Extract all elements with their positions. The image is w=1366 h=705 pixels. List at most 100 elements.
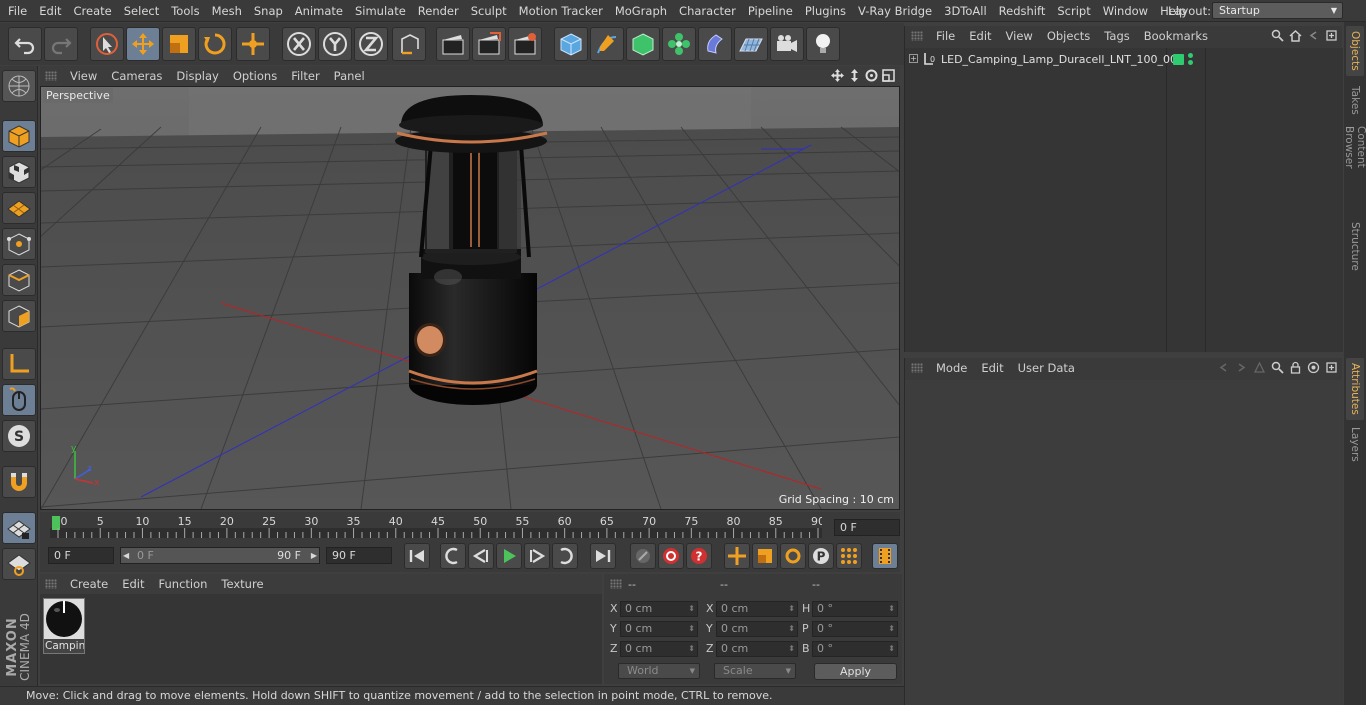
- x-axis-lock-button[interactable]: [282, 27, 316, 61]
- coordinate-space-dropdown[interactable]: World ▼: [618, 663, 700, 679]
- back-arrow-icon[interactable]: [1217, 361, 1230, 374]
- menu-select[interactable]: Select: [118, 0, 165, 22]
- move-tool-button[interactable]: [126, 27, 160, 61]
- pan-view-icon[interactable]: [830, 68, 845, 83]
- material-menu-edit[interactable]: Edit: [115, 574, 151, 594]
- ruler-track[interactable]: [50, 528, 822, 538]
- spinner-arrows-icon[interactable]: ⬍: [688, 622, 695, 636]
- panel-grip[interactable]: [610, 579, 622, 589]
- menu-script[interactable]: Script: [1051, 0, 1096, 22]
- y-axis-lock-button[interactable]: [318, 27, 352, 61]
- attribute-menu-edit[interactable]: Edit: [974, 358, 1010, 378]
- key-parameter-button[interactable]: P: [808, 543, 834, 569]
- tab-attributes[interactable]: Attributes: [1346, 358, 1364, 420]
- chevron-left-icon[interactable]: ◀: [123, 548, 129, 563]
- menu-redshift[interactable]: Redshift: [993, 0, 1052, 22]
- workplane-lock-button[interactable]: [2, 512, 36, 544]
- record-keys-button[interactable]: [630, 543, 656, 569]
- material-menu-create[interactable]: Create: [63, 574, 115, 594]
- go-to-end-button[interactable]: [590, 543, 616, 569]
- maximize-view-icon[interactable]: [881, 68, 896, 83]
- size-field[interactable]: 0 cm ⬍: [716, 601, 798, 617]
- position-field[interactable]: 0 cm ⬍: [620, 641, 698, 657]
- locked-workplane-button[interactable]: [2, 548, 36, 580]
- transform-tool-button[interactable]: [236, 27, 270, 61]
- size-mode-dropdown[interactable]: Scale ▼: [714, 663, 796, 679]
- add-generator-button[interactable]: [626, 27, 660, 61]
- render-settings-button[interactable]: [508, 27, 542, 61]
- add-camera-button[interactable]: [770, 27, 804, 61]
- frame-range-slider[interactable]: ◀ 0 F 90 F ▶: [120, 547, 320, 564]
- menu-edit[interactable]: Edit: [33, 0, 67, 22]
- target-icon[interactable]: [1307, 361, 1320, 374]
- tab-structure[interactable]: Structure: [1346, 218, 1364, 274]
- menu-tools[interactable]: Tools: [165, 0, 205, 22]
- menu-animate[interactable]: Animate: [289, 0, 349, 22]
- material-thumbnail[interactable]: Camping: [43, 598, 85, 654]
- tab-content-browser[interactable]: Content Browser: [1343, 122, 1366, 214]
- previous-frame-button[interactable]: [468, 543, 494, 569]
- layout-dropdown[interactable]: Startup ▼: [1212, 2, 1343, 19]
- start-frame-field[interactable]: 0 F: [48, 547, 114, 564]
- next-key-button[interactable]: [552, 543, 578, 569]
- make-editable-button[interactable]: [2, 70, 36, 102]
- new-window-icon[interactable]: [1325, 29, 1338, 42]
- panel-grip[interactable]: [45, 579, 57, 589]
- rotation-field[interactable]: 0 ° ⬍: [812, 621, 898, 637]
- object-menu-file[interactable]: File: [929, 26, 962, 46]
- search-icon[interactable]: [1271, 361, 1284, 374]
- points-mode-button[interactable]: [2, 228, 36, 260]
- size-field[interactable]: 0 cm ⬍: [716, 621, 798, 637]
- polygons-mode-button[interactable]: [2, 300, 36, 332]
- rotate-tool-button[interactable]: [198, 27, 232, 61]
- add-spline-pen-button[interactable]: [590, 27, 624, 61]
- add-deformer-button[interactable]: [698, 27, 732, 61]
- object-menu-objects[interactable]: Objects: [1040, 26, 1097, 46]
- key-rotation-button[interactable]: [780, 543, 806, 569]
- tweak-mode-button[interactable]: [2, 384, 36, 416]
- attribute-menu-mode[interactable]: Mode: [929, 358, 974, 378]
- menu-character[interactable]: Character: [673, 0, 742, 22]
- attribute-menu-user-data[interactable]: User Data: [1011, 358, 1082, 378]
- spinner-arrows-icon[interactable]: ⬍: [788, 622, 795, 636]
- timeline-window-button[interactable]: [872, 543, 898, 569]
- menu-snap[interactable]: Snap: [248, 0, 289, 22]
- play-button[interactable]: [496, 543, 522, 569]
- axis-mode-button[interactable]: [2, 348, 36, 380]
- menu-simulate[interactable]: Simulate: [349, 0, 412, 22]
- chevron-right-icon[interactable]: ▶: [311, 548, 317, 563]
- object-list[interactable]: + 0 LED_Camping_Lamp_Duracell_LNT_100_00…: [905, 48, 1343, 352]
- next-frame-button[interactable]: [524, 543, 550, 569]
- menu-window[interactable]: Window: [1097, 0, 1154, 22]
- workplane-mode-button[interactable]: [2, 192, 36, 224]
- size-field[interactable]: 0 cm ⬍: [716, 641, 798, 657]
- visibility-dots-icon[interactable]: [1188, 53, 1194, 67]
- add-mograph-button[interactable]: [662, 27, 696, 61]
- z-axis-lock-button[interactable]: [354, 27, 388, 61]
- menu-plugins[interactable]: Plugins: [799, 0, 852, 22]
- menu-3dtoall[interactable]: 3DToAll: [938, 0, 993, 22]
- coordinate-system-button[interactable]: [392, 27, 426, 61]
- playhead[interactable]: [52, 516, 60, 530]
- back-icon[interactable]: [1307, 29, 1320, 42]
- menu-create[interactable]: Create: [68, 0, 118, 22]
- keyframe-selection-button[interactable]: ?: [686, 543, 712, 569]
- tab-objects[interactable]: Objects: [1346, 26, 1364, 76]
- rotation-field[interactable]: 0 ° ⬍: [812, 601, 898, 617]
- home-icon[interactable]: [1289, 29, 1302, 42]
- add-cube-button[interactable]: [554, 27, 588, 61]
- spinner-arrows-icon[interactable]: ⬍: [788, 602, 795, 616]
- go-to-start-button[interactable]: [404, 543, 430, 569]
- menu-file[interactable]: File: [2, 0, 33, 22]
- menu-render[interactable]: Render: [412, 0, 465, 22]
- undo-button[interactable]: [8, 27, 42, 61]
- search-icon[interactable]: [1271, 29, 1284, 42]
- end-frame-field[interactable]: 90 F: [326, 547, 392, 564]
- solo-mode-button[interactable]: S: [2, 420, 36, 452]
- spinner-arrows-icon[interactable]: ⬍: [888, 602, 895, 616]
- panel-grip[interactable]: [911, 31, 923, 41]
- object-name[interactable]: LED_Camping_Lamp_Duracell_LNT_100_001: [941, 53, 1184, 66]
- key-point-level-button[interactable]: [836, 543, 862, 569]
- live-selection-button[interactable]: [90, 27, 124, 61]
- viewport-menu-panel[interactable]: Panel: [327, 66, 372, 86]
